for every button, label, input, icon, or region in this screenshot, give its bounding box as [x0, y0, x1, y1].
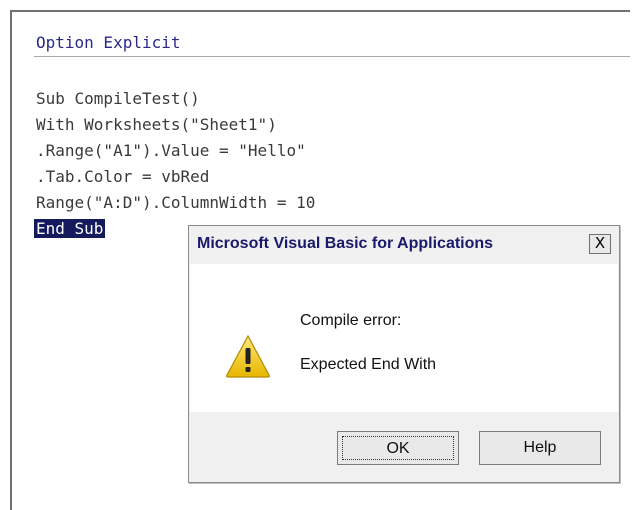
dialog-title: Microsoft Visual Basic for Applications	[197, 235, 494, 252]
compile-error-dialog: Microsoft Visual Basic for Applications …	[188, 225, 620, 483]
selected-text[interactable]: End Sub	[34, 219, 106, 238]
code-body[interactable]: Sub CompileTest() With Worksheets("Sheet…	[34, 86, 315, 242]
declarations-separator	[34, 56, 630, 57]
code-line[interactable]: Sub CompileTest()	[36, 86, 315, 112]
code-line[interactable]: .Range("A1").Value = "Hello"	[36, 138, 315, 164]
help-button[interactable]: Help	[479, 431, 601, 465]
option-explicit-line[interactable]: Option Explicit	[36, 32, 181, 54]
error-message: Expected End With	[300, 356, 437, 373]
dialog-titlebar[interactable]: Microsoft Visual Basic for Applications …	[189, 226, 619, 264]
code-line[interactable]: With Worksheets("Sheet1")	[36, 112, 315, 138]
error-heading: Compile error:	[300, 312, 402, 329]
warning-icon	[226, 334, 270, 378]
ok-button-label: OK	[342, 436, 454, 460]
code-line[interactable]: Range("A:D").ColumnWidth = 10	[36, 190, 315, 216]
ok-button[interactable]: OK	[337, 431, 459, 465]
code-line[interactable]: .Tab.Color = vbRed	[36, 164, 315, 190]
close-button[interactable]: X	[589, 234, 611, 254]
dialog-content: Compile error: Expected End With	[190, 264, 618, 412]
